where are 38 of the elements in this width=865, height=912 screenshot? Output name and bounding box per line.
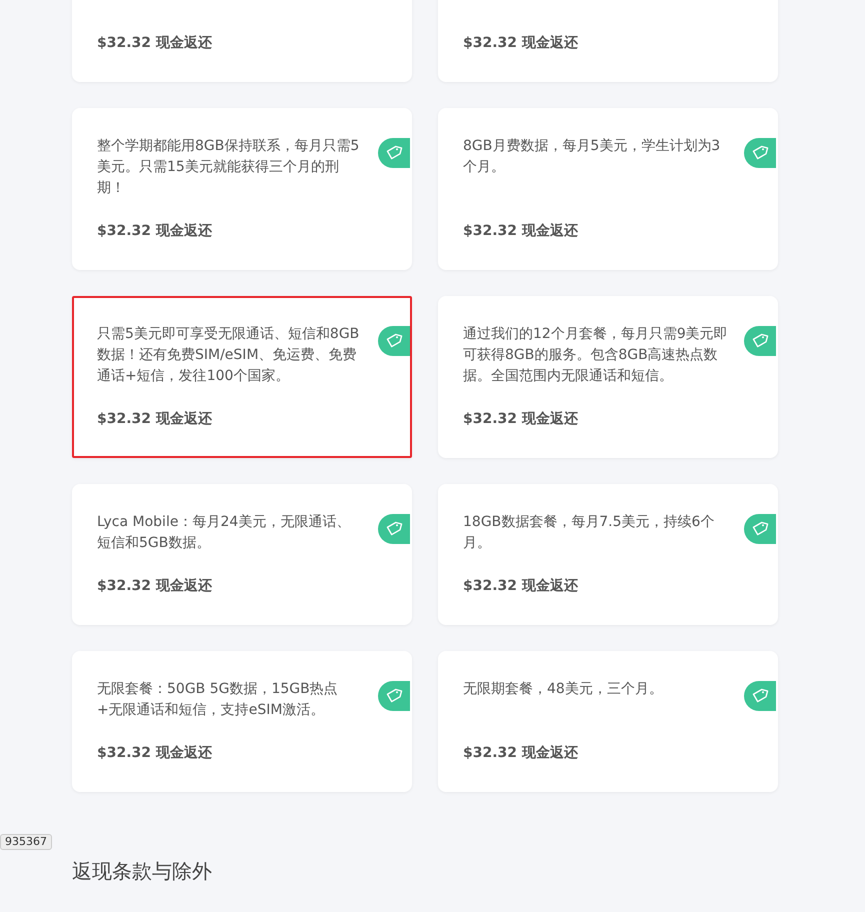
section-heading: 返现条款与除外 bbox=[72, 858, 213, 885]
offer-description: 无限套餐：50GB 5G数据，15GB热点+无限通话和短信，支持eSIM激活。 bbox=[97, 680, 339, 720]
offer-card[interactable]: 整个学期都能用8GB保持联系，每月只需5美元。只需15美元就能获得三个月的刑期！ $32.32 现金返还 bbox=[72, 108, 412, 270]
tag-icon bbox=[744, 138, 776, 168]
cashback-amount: $32.32 现金返还 bbox=[97, 410, 213, 429]
cashback-amount: $32.32 现金返还 bbox=[463, 34, 579, 53]
cashback-amount: $32.32 现金返还 bbox=[97, 34, 213, 53]
offer-card[interactable]: $32.32 现金返还 bbox=[72, 0, 412, 82]
offer-card[interactable]: 通过我们的12个月套餐，每月只需9美元即可获得8GB的服务。包含8GB高速热点数据。全国范围内无限通话和短信。 $32.32 现金返还 bbox=[438, 296, 778, 458]
offer-description: 8GB月费数据，每月5美元，学生计划为3个月。 bbox=[463, 137, 722, 177]
tag-icon bbox=[744, 681, 776, 711]
id-badge: 935367 bbox=[0, 834, 52, 850]
cashback-amount: $32.32 现金返还 bbox=[463, 222, 579, 241]
offer-description: 只需5美元即可享受无限通话、短信和8GB数据！还有免费SIM/eSIM、免运费、免费通话+短信，发往100个国家。 bbox=[97, 325, 360, 386]
cashback-amount: $32.32 现金返还 bbox=[463, 410, 579, 429]
tag-icon bbox=[744, 326, 776, 356]
offer-card[interactable]: 8GB月费数据，每月5美元，学生计划为3个月。 $32.32 现金返还 bbox=[438, 108, 778, 270]
offer-description: 18GB数据套餐，每月7.5美元，持续6个月。 bbox=[463, 513, 716, 553]
tag-icon bbox=[378, 514, 410, 544]
offer-card[interactable]: $32.32 现金返还 bbox=[438, 0, 778, 82]
offer-description: 整个学期都能用8GB保持联系，每月只需5美元。只需15美元就能获得三个月的刑期！ bbox=[97, 137, 360, 198]
cashback-amount: $32.32 现金返还 bbox=[97, 744, 213, 763]
offer-description: 无限期套餐，48美元，三个月。 bbox=[463, 680, 664, 699]
tag-icon bbox=[378, 138, 410, 168]
offer-description: 通过我们的12个月套餐，每月只需9美元即可获得8GB的服务。包含8GB高速热点数据。全国范围内无限通话和短信。 bbox=[463, 325, 728, 386]
cashback-amount: $32.32 现金返还 bbox=[463, 577, 579, 596]
offer-card[interactable]: Lyca Mobile：每月24美元，无限通话、短信和5GB数据。 $32.32 现金返还 bbox=[72, 484, 412, 625]
cashback-amount: $32.32 现金返还 bbox=[463, 744, 579, 763]
offer-card[interactable]: 无限期套餐，48美元，三个月。 $32.32 现金返还 bbox=[438, 651, 778, 792]
offer-card[interactable]: 18GB数据套餐，每月7.5美元，持续6个月。 $32.32 现金返还 bbox=[438, 484, 778, 625]
offer-card[interactable]: 无限套餐：50GB 5G数据，15GB热点+无限通话和短信，支持eSIM激活。 $32.32 现金返还 bbox=[72, 651, 412, 792]
offer-card[interactable]: 只需5美元即可享受无限通话、短信和8GB数据！还有免费SIM/eSIM、免运费、免费通话+短信，发往100个国家。 $32.32 现金返还 bbox=[72, 296, 412, 458]
tag-icon bbox=[378, 681, 410, 711]
tag-icon bbox=[378, 326, 410, 356]
tag-icon bbox=[744, 514, 776, 544]
offer-description: Lyca Mobile：每月24美元，无限通话、短信和5GB数据。 bbox=[97, 513, 352, 553]
cashback-amount: $32.32 现金返还 bbox=[97, 577, 213, 596]
cashback-amount: $32.32 现金返还 bbox=[97, 222, 213, 241]
